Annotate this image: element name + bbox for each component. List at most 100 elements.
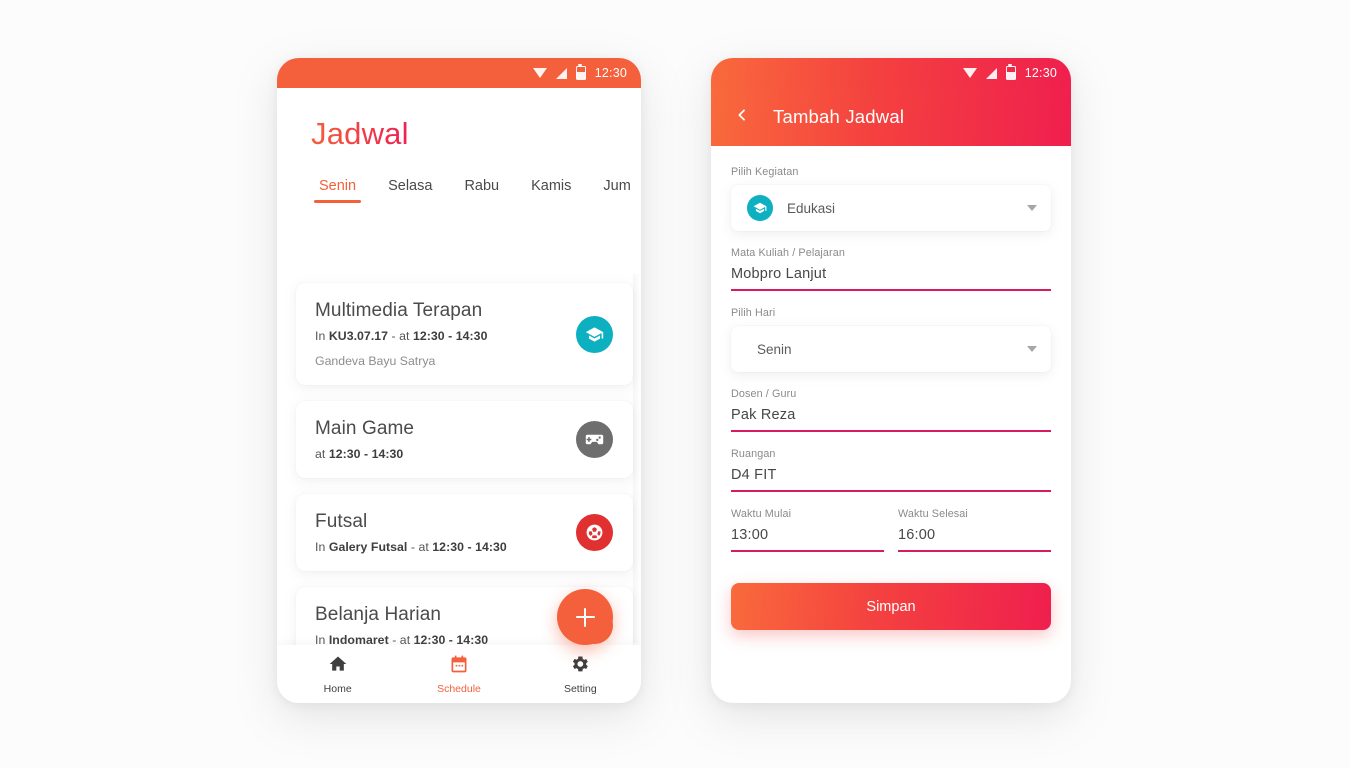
gear-icon <box>570 654 590 679</box>
meta-mid: at <box>315 447 329 461</box>
label-waktu-selesai: Waktu Selesai <box>898 508 968 520</box>
nav-label-setting: Setting <box>563 682 597 695</box>
value-dosen: Pak Reza <box>731 407 796 423</box>
add-schedule-fab[interactable] <box>557 589 613 645</box>
save-button[interactable]: Simpan <box>731 583 1051 630</box>
add-schedule-form: Pilih Kegiatan Edukasi Mata Kuliah / Pel… <box>711 146 1071 630</box>
meta-place: KU3.07.17 <box>328 329 389 343</box>
scrollbar[interactable] <box>633 274 640 643</box>
page-title: Jadwal <box>311 116 409 151</box>
input-dosen[interactable]: Pak Reza <box>731 407 1051 432</box>
tab-selasa[interactable]: Selasa <box>372 178 448 203</box>
status-bar-time: 12:30 <box>1024 66 1057 80</box>
card-meta: In KU3.07.17 - at 12:30 - 14:30 <box>315 329 564 343</box>
schedule-card[interactable]: Multimedia Terapan In KU3.07.17 - at 12:… <box>296 283 633 385</box>
nav-item-schedule[interactable]: Schedule <box>398 654 519 695</box>
input-waktu-mulai[interactable]: 13:00 <box>731 527 884 552</box>
card-title: Futsal <box>315 511 368 532</box>
tab-senin[interactable]: Senin <box>303 178 372 203</box>
bottom-navigation[interactable]: Home Schedule Setting <box>277 645 641 703</box>
phone-right-add-schedule: 12:30 Tambah Jadwal Pilih Kegiatan Eduka… <box>711 58 1071 703</box>
card-content: Multimedia Terapan In KU3.07.17 - at 12:… <box>315 300 564 368</box>
calendar-icon <box>449 654 469 679</box>
field-dosen: Dosen / Guru Pak Reza <box>731 388 1051 432</box>
phone-left-schedule-list: 12:30 Jadwal Senin Selasa Rabu Kamis Jum… <box>277 58 641 703</box>
app-bar: Tambah Jadwal <box>711 88 1071 146</box>
label-dosen: Dosen / Guru <box>731 388 797 400</box>
field-waktu-mulai: Waktu Mulai 13:00 <box>731 508 884 552</box>
select-hari[interactable]: Senin <box>731 326 1051 372</box>
tab-kamis[interactable]: Kamis <box>515 178 587 203</box>
value-kegiatan: Edukasi <box>787 200 836 216</box>
wifi-icon <box>532 68 547 78</box>
signal-icon <box>555 67 567 79</box>
soccer-ball-icon <box>576 514 613 551</box>
card-meta: In Galery Futsal - at 12:30 - 14:30 <box>315 540 564 554</box>
card-title: Main Game <box>315 418 415 439</box>
card-content: Futsal In Galery Futsal - at 12:30 - 14:… <box>315 511 564 554</box>
meta-time: 12:30 - 14:30 <box>432 540 507 554</box>
card-content: Main Game at 12:30 - 14:30 <box>315 418 564 461</box>
label-kegiatan: Pilih Kegiatan <box>731 166 799 178</box>
meta-prefix: In <box>315 329 329 343</box>
card-title: Belanja Harian <box>315 604 442 625</box>
app-bar-title: Tambah Jadwal <box>773 106 905 127</box>
value-hari: Senin <box>757 341 792 357</box>
status-bar-right: 12:30 <box>711 58 1071 88</box>
meta-prefix: In <box>315 633 329 645</box>
field-hari: Pilih Hari Senin <box>731 307 1051 372</box>
nav-item-home[interactable]: Home <box>277 654 398 695</box>
chevron-left-icon <box>734 107 750 128</box>
schedule-card[interactable]: Futsal In Galery Futsal - at 12:30 - 14:… <box>296 494 633 571</box>
status-bar-time: 12:30 <box>594 66 627 80</box>
home-icon <box>328 654 348 679</box>
card-meta: at 12:30 - 14:30 <box>315 447 564 461</box>
card-meta: In Indomaret - at 12:30 - 14:30 <box>315 633 564 645</box>
meta-time: 12:30 - 14:30 <box>413 633 489 645</box>
meta-time: 12:30 - 14:30 <box>412 329 488 343</box>
label-ruangan: Ruangan <box>731 448 776 460</box>
back-button[interactable] <box>729 104 755 130</box>
input-matkul[interactable]: Mobpro Lanjut <box>731 266 1051 291</box>
meta-time: 12:30 - 14:30 <box>328 447 404 461</box>
meta-mid: - at <box>407 540 433 554</box>
meta-place: Galery Futsal <box>328 540 408 554</box>
day-tabs[interactable]: Senin Selasa Rabu Kamis Jum <box>277 178 641 203</box>
field-matkul: Mata Kuliah / Pelajaran Mobpro Lanjut <box>731 247 1051 291</box>
label-hari: Pilih Hari <box>731 307 776 319</box>
screen-root: 12:30 Jadwal Senin Selasa Rabu Kamis Jum… <box>0 0 1350 768</box>
battery-icon <box>575 64 586 80</box>
nav-label-schedule: Schedule <box>437 682 481 695</box>
nav-item-setting[interactable]: Setting <box>520 654 641 695</box>
value-ruangan: D4 FIT <box>731 467 777 483</box>
tab-jumat[interactable]: Jum <box>587 178 641 203</box>
gamepad-icon <box>576 421 613 458</box>
field-kegiatan: Pilih Kegiatan Edukasi <box>731 166 1051 231</box>
field-ruangan: Ruangan D4 FIT <box>731 448 1051 492</box>
chevron-down-icon <box>1027 205 1037 211</box>
label-matkul: Mata Kuliah / Pelajaran <box>731 247 845 259</box>
time-fields-row: Waktu Mulai 13:00 Waktu Selesai 16:00 <box>731 508 1051 552</box>
graduation-cap-icon <box>747 195 773 221</box>
field-waktu-selesai: Waktu Selesai 16:00 <box>898 508 1051 552</box>
schedule-screen-body: Jadwal Senin Selasa Rabu Kamis Jum Multi… <box>277 88 641 703</box>
nav-label-home: Home <box>323 682 352 695</box>
chevron-down-icon <box>1027 346 1037 352</box>
value-matkul: Mobpro Lanjut <box>731 266 827 282</box>
graduation-cap-icon <box>576 315 613 353</box>
card-content: Belanja Harian In Indomaret - at 12:30 -… <box>315 604 564 645</box>
schedule-card[interactable]: Main Game at 12:30 - 14:30 <box>296 401 633 478</box>
tab-rabu[interactable]: Rabu <box>448 178 515 203</box>
meta-place: Indomaret <box>328 633 389 645</box>
value-waktu-mulai: 13:00 <box>731 527 769 543</box>
card-title: Multimedia Terapan <box>315 300 483 321</box>
label-waktu-mulai: Waktu Mulai <box>731 508 792 520</box>
select-kegiatan[interactable]: Edukasi <box>731 185 1051 231</box>
card-subtitle: Gandeva Bayu Satrya <box>315 354 436 368</box>
status-bar-left: 12:30 <box>277 58 641 88</box>
input-ruangan[interactable]: D4 FIT <box>731 467 1051 492</box>
meta-mid: - at <box>388 633 414 645</box>
signal-icon <box>985 67 997 79</box>
input-waktu-selesai[interactable]: 16:00 <box>898 527 1051 552</box>
value-waktu-selesai: 16:00 <box>898 527 936 543</box>
